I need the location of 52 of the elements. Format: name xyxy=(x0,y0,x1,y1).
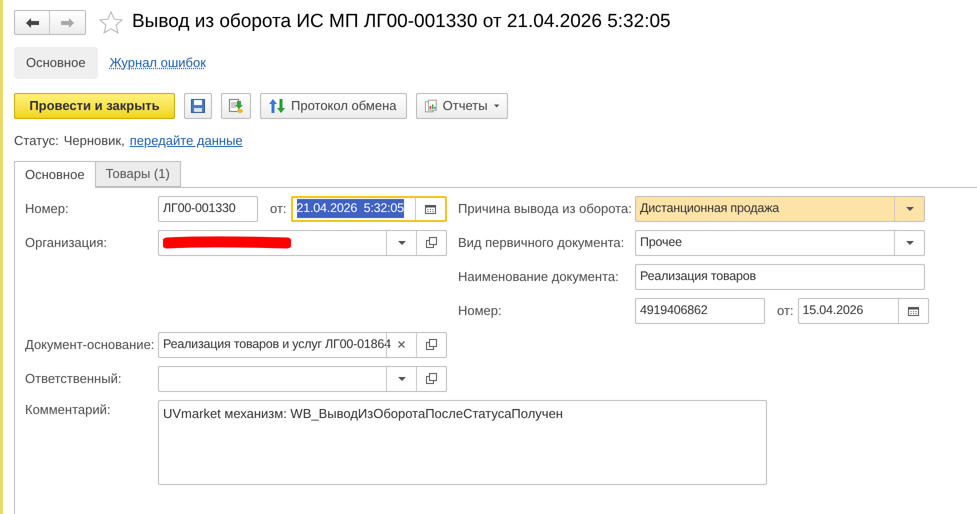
field-label: Ответственный: xyxy=(25,370,122,388)
tab[interactable]: Основное xyxy=(14,160,96,188)
input-field[interactable] xyxy=(158,230,447,256)
document-arrow-icon xyxy=(228,98,244,114)
date-label: от: xyxy=(777,302,794,320)
post-button[interactable] xyxy=(221,93,251,119)
section-link[interactable]: Журнал ошибок xyxy=(110,47,206,79)
up-down-arrows-icon xyxy=(269,98,285,114)
input-field[interactable] xyxy=(158,366,447,392)
status-label: Статус: xyxy=(14,132,59,150)
input-field[interactable]: Прочее xyxy=(635,230,925,256)
field-label: Комментарий: xyxy=(25,400,112,419)
caret-icon xyxy=(494,104,499,108)
windows-icon xyxy=(426,237,437,248)
right-arrow-icon xyxy=(61,18,74,28)
tab[interactable]: Товары (1) xyxy=(96,160,181,186)
close-icon xyxy=(398,341,405,348)
windows-icon xyxy=(426,339,437,350)
field-label: Номер: xyxy=(25,200,70,218)
caret-icon xyxy=(906,240,914,244)
input-field[interactable]: 4919406862 xyxy=(635,298,765,324)
field-label: Документ-основание: xyxy=(25,336,156,354)
field-label: Причина вывода из оборота: xyxy=(458,200,633,218)
input-field[interactable]: 21.04.2026 5:32:05 xyxy=(290,196,447,222)
input-field[interactable]: ЛГ00-001330 xyxy=(158,196,258,222)
input-field[interactable]: 15.04.2026 xyxy=(798,298,929,324)
reports-button[interactable]: Отчеты xyxy=(416,93,508,119)
caret-icon xyxy=(398,240,406,244)
report-chart-icon xyxy=(425,98,437,114)
date-label: от: xyxy=(270,200,287,218)
field-label: Наименование документа: xyxy=(458,268,620,286)
windows-icon xyxy=(426,373,437,384)
calendar-icon xyxy=(424,204,436,214)
caret-icon xyxy=(906,206,914,210)
post-and-close-button[interactable]: Провести и закрыть xyxy=(14,93,175,119)
save-button[interactable] xyxy=(184,93,212,119)
star-icon[interactable] xyxy=(99,11,123,34)
section-link[interactable]: Основное xyxy=(14,47,98,79)
caret-icon xyxy=(398,376,406,380)
field-label: Организация: xyxy=(25,234,108,252)
field-label: Вид первичного документа: xyxy=(458,234,626,252)
input-field[interactable]: Дистанционная продажа xyxy=(635,196,925,222)
exchange-log-button[interactable]: Протокол обмена xyxy=(260,93,407,119)
field-label: Номер: xyxy=(458,302,503,320)
left-arrow-icon xyxy=(26,18,38,28)
calendar-icon xyxy=(908,306,919,316)
window-title: Вывод из оборота ИС МП ЛГ00-001330 от 21.04.2026 5:32:05 xyxy=(132,10,671,34)
comment-field[interactable]: UVmarket механизм: WB_ВыводИзОборотаПослеСтатусаПолучен xyxy=(158,400,767,484)
input-field[interactable]: Реализация товаров xyxy=(635,264,925,290)
input-field[interactable]: Реализация товаров и услуг ЛГ00-01864 xyxy=(158,332,447,358)
status-value: Черновик, xyxy=(64,132,125,150)
send-data-link[interactable]: передайте данные xyxy=(130,131,243,150)
